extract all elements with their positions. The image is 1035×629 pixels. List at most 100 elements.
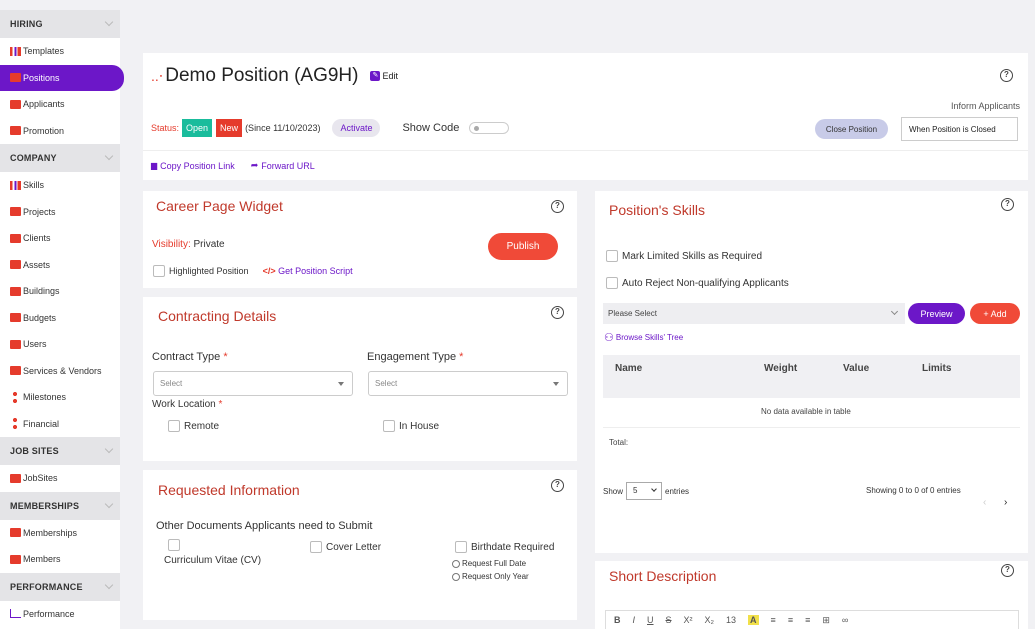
help-icon[interactable]: ? xyxy=(1000,69,1013,82)
get-script-link[interactable]: </> Get Position Script xyxy=(263,266,353,276)
page-title: Demo Position (AG9H) xyxy=(165,65,359,86)
sidebar-item-services-vendors[interactable]: Services & Vendors xyxy=(0,358,120,385)
editor-toolbar: B I U S X² X₂ 13 A ≡ ≡ ≡ ⊞ ∞ xyxy=(605,610,1019,629)
templates-icon xyxy=(10,46,21,56)
publish-button[interactable]: Publish xyxy=(488,233,558,260)
sidebar-item-buildings[interactable]: Buildings xyxy=(0,278,120,305)
sidebar-item-jobsites[interactable]: JobSites xyxy=(0,465,120,492)
col-name[interactable]: Name xyxy=(615,363,642,374)
remote-checkbox[interactable] xyxy=(168,420,180,432)
tree-icon: ⚇ xyxy=(604,332,614,344)
bold-button[interactable]: B xyxy=(614,615,621,625)
underline-button[interactable]: U xyxy=(647,615,654,625)
sidebar-item-milestones[interactable]: Milestones xyxy=(0,384,120,411)
browse-tree-link[interactable]: ⚇ Browse Skills' Tree xyxy=(604,331,683,344)
ordered-list-button[interactable]: ≡ xyxy=(788,615,793,625)
contract-type-select[interactable]: Select xyxy=(153,371,353,396)
align-button[interactable]: ≡ xyxy=(805,615,810,625)
entries-select[interactable]: 5 xyxy=(626,482,663,500)
full-date-radio[interactable] xyxy=(452,559,460,568)
total-row: Total: xyxy=(603,427,1020,459)
cover-letter-checkbox[interactable] xyxy=(310,541,322,553)
remote-option[interactable]: Remote xyxy=(168,420,219,432)
skill-select[interactable]: Please Select xyxy=(603,303,905,324)
font-size-select[interactable]: 13 xyxy=(726,615,736,625)
section-company[interactable]: COMPANY xyxy=(0,144,120,172)
add-skill-button[interactable]: + Add xyxy=(970,303,1020,324)
sidebar-item-clients[interactable]: Clients xyxy=(0,225,120,252)
sidebar-item-members[interactable]: Members xyxy=(0,546,120,573)
reject-checkbox[interactable] xyxy=(606,277,618,289)
section-memberships[interactable]: MEMBERSHIPS xyxy=(0,491,120,520)
help-icon[interactable]: ? xyxy=(551,200,564,213)
edit-button[interactable]: ✎ Edit xyxy=(370,71,398,81)
activate-button[interactable]: Activate xyxy=(332,119,381,137)
only-year-option[interactable]: Request Only Year xyxy=(452,572,529,581)
full-date-option[interactable]: Request Full Date xyxy=(452,559,526,568)
reject-option[interactable]: Auto Reject Non-qualifying Applicants xyxy=(606,277,789,289)
unordered-list-button[interactable]: ≡ xyxy=(771,615,776,625)
table-button[interactable]: ⊞ xyxy=(822,615,830,626)
link-button[interactable]: ∞ xyxy=(842,615,848,625)
next-page-button[interactable]: › xyxy=(1004,497,1007,508)
sidebar-item-templates[interactable]: Templates xyxy=(0,38,120,65)
skills-title: Position's Skills xyxy=(609,202,706,218)
text-color-button[interactable]: A xyxy=(748,615,759,625)
sidebar-item-memberships[interactable]: Memberships xyxy=(0,520,120,547)
birthdate-checkbox[interactable] xyxy=(455,541,467,553)
in-house-checkbox[interactable] xyxy=(383,420,395,432)
show-code-toggle[interactable] xyxy=(469,122,510,134)
preview-button[interactable]: Preview xyxy=(908,303,965,324)
title-row: ..‧ Demo Position (AG9H) ✎ Edit xyxy=(151,65,398,87)
italic-button[interactable]: I xyxy=(633,615,636,625)
subscript-button[interactable]: X₂ xyxy=(705,615,715,625)
sidebar-item-promotion[interactable]: Promotion xyxy=(0,118,120,145)
pencil-icon: ✎ xyxy=(370,71,381,81)
inform-select[interactable]: When Position is Closed xyxy=(901,117,1018,141)
col-weight[interactable]: Weight xyxy=(764,363,797,374)
positions-icon xyxy=(10,73,21,83)
cv-checkbox[interactable] xyxy=(168,539,180,551)
help-icon[interactable]: ? xyxy=(551,306,564,319)
sidebar-item-positions[interactable]: Positions xyxy=(0,64,124,91)
col-value[interactable]: Value xyxy=(843,363,869,374)
sidebar-item-financial[interactable]: Financial xyxy=(0,411,120,438)
limited-option[interactable]: Mark Limited Skills as Required xyxy=(606,250,762,262)
cover-letter-option[interactable]: Cover Letter xyxy=(310,541,381,553)
copy-link-button[interactable]: ▆ Copy Position Link xyxy=(151,160,235,171)
sidebar-item-budgets[interactable]: Budgets xyxy=(0,305,120,332)
skills-card: Position's Skills ? Mark Limited Skills … xyxy=(595,191,1028,553)
section-performance[interactable]: PERFORMANCE xyxy=(0,572,120,601)
sidebar-item-skills[interactable]: Skills xyxy=(0,172,120,199)
cv-label: Curriculum Vitae (CV) xyxy=(164,555,262,566)
sidebar-item-performance[interactable]: Performance xyxy=(0,601,120,628)
strike-button[interactable]: S xyxy=(666,615,672,625)
col-limits[interactable]: Limits xyxy=(922,363,951,374)
sidebar-item-assets[interactable]: Assets xyxy=(0,252,120,279)
engagement-type-select[interactable]: Select xyxy=(368,371,568,396)
forward-url-button[interactable]: ➦ Forward URL xyxy=(251,160,315,171)
sidebar-item-projects[interactable]: Projects xyxy=(0,199,120,226)
help-icon[interactable]: ? xyxy=(1001,564,1014,577)
show-code-label: Show Code xyxy=(402,122,460,134)
sidebar-item-users[interactable]: Users xyxy=(0,331,120,358)
header-divider xyxy=(143,150,1028,151)
chevron-down-icon xyxy=(890,307,899,316)
superscript-button[interactable]: X² xyxy=(684,615,693,625)
career-widget-title: Career Page Widget xyxy=(156,198,283,214)
close-position-button[interactable]: Close Position xyxy=(815,119,888,139)
section-hiring[interactable]: HIRING xyxy=(0,10,120,38)
highlighted-checkbox[interactable] xyxy=(153,265,165,277)
help-icon[interactable]: ? xyxy=(551,479,564,492)
limited-checkbox[interactable] xyxy=(606,250,618,262)
section-job-sites[interactable]: JOB SITES xyxy=(0,437,120,465)
help-icon[interactable]: ? xyxy=(1001,198,1014,211)
prev-page-button[interactable]: ‹ xyxy=(983,497,986,508)
short-description-title: Short Description xyxy=(609,568,717,584)
visibility-row: Visibility: Private xyxy=(152,239,225,250)
birthdate-option[interactable]: Birthdate Required xyxy=(455,541,554,553)
caret-icon xyxy=(553,382,559,386)
only-year-radio[interactable] xyxy=(452,572,460,581)
sidebar-item-applicants[interactable]: Applicants xyxy=(0,91,120,118)
in-house-option[interactable]: In House xyxy=(383,420,439,432)
